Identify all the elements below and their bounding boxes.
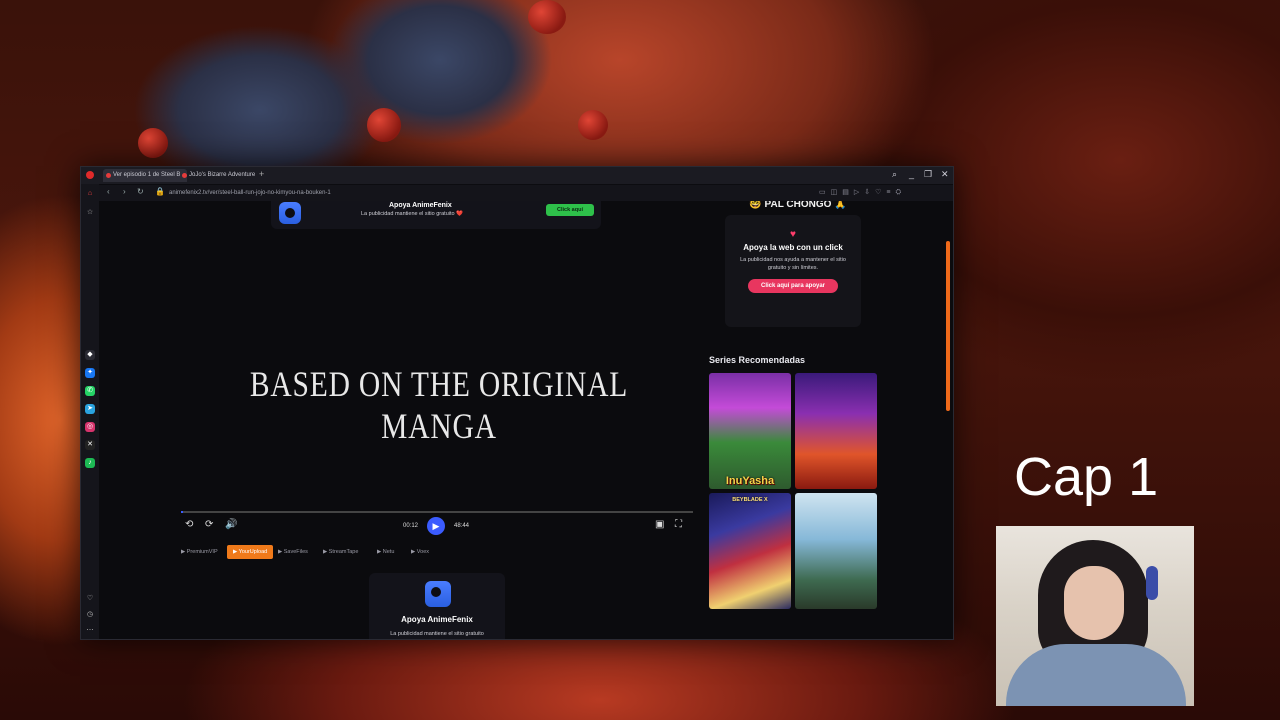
telegram-icon[interactable]: ➤: [85, 404, 95, 414]
background-bead: [367, 108, 401, 142]
background-bead: [578, 110, 608, 140]
series-poster[interactable]: [795, 493, 877, 609]
video-player[interactable]: BASED ON THE ORIGINAL MANGA ⟲ ⟳ 🔊 00:12 …: [181, 201, 709, 561]
minimize-icon[interactable]: _: [909, 169, 914, 179]
headset-icon: [1146, 566, 1158, 600]
home-icon[interactable]: ⌂: [85, 189, 95, 199]
tab-jojo[interactable]: JoJo's Bizarre Adventure: [179, 169, 263, 182]
reload-icon[interactable]: ↻: [137, 187, 144, 196]
series-poster-beyblade[interactable]: BEYBLADE X: [709, 493, 791, 609]
ad-title: Apoya AnimeFenix: [401, 615, 473, 624]
server-voex[interactable]: ▶ Voex: [411, 545, 429, 559]
new-tab-plus-icon[interactable]: +: [259, 169, 264, 179]
ad-subtitle: La publicidad mantiene el sitio gratuito: [390, 631, 484, 637]
forward-icon[interactable]: ›: [123, 187, 126, 196]
pip-icon[interactable]: ▣: [655, 519, 664, 530]
video-progress-bar[interactable]: [181, 511, 693, 513]
rewind-10-icon[interactable]: ⟲: [185, 519, 193, 530]
support-button[interactable]: Click aquí para apoyar: [748, 279, 838, 293]
page-content: Apoya AnimeFenix La publicidad mantiene …: [99, 201, 953, 639]
current-time: 00:12: [403, 523, 419, 529]
duration: 48:44: [454, 523, 470, 529]
recommended-title: Series Recomendadas: [709, 355, 806, 365]
series-poster[interactable]: [795, 373, 877, 489]
right-sidebar: 🤓 PAL CHONGO 🙏 ♥ Apoya la web con un cli…: [709, 201, 939, 639]
animefenix-logo-icon: [425, 581, 451, 607]
extensions-toolbar[interactable]: ▭◫▤▷⇩♡≡⛭: [819, 188, 906, 197]
pal-chongo-heading: 🤓 PAL CHONGO 🙏: [749, 201, 847, 210]
server-savefiles[interactable]: ▶ SaveFiles: [278, 545, 308, 559]
forward-10-icon[interactable]: ⟳: [205, 519, 213, 530]
support-card: ♥ Apoya la web con un click La publicida…: [725, 215, 861, 327]
server-premiumvip[interactable]: ▶ PremiumVIP: [181, 545, 218, 559]
server-yourupload[interactable]: ▶ YourUpload: [227, 545, 274, 559]
whatsapp-icon[interactable]: ✆: [85, 386, 95, 396]
video-progress-fill: [181, 511, 184, 513]
video-frame-text: BASED ON THE ORIGINAL MANGA: [249, 364, 629, 446]
tab-label: JoJo's Bizarre Adventure: [189, 172, 256, 178]
back-icon[interactable]: ‹: [107, 187, 110, 196]
heart-icon: ♥: [790, 229, 796, 240]
poster-title: BEYBLADE X: [732, 497, 768, 503]
opera-logo-icon[interactable]: [86, 171, 94, 179]
history-clock-icon[interactable]: ◷: [85, 610, 95, 620]
streamer-face: [1064, 566, 1124, 640]
page-scrollbar[interactable]: [946, 241, 950, 411]
search-icon[interactable]: ⌕: [892, 169, 897, 180]
webcam-overlay: [996, 526, 1194, 706]
more-options-icon[interactable]: ⋯: [85, 626, 95, 636]
support-text: La publicidad nos ayuda a mantener el si…: [740, 257, 846, 271]
background-bead: [138, 128, 168, 158]
close-icon[interactable]: ✕: [941, 169, 949, 180]
x-twitter-icon[interactable]: ✕: [85, 440, 95, 450]
series-poster-inuyasha[interactable]: InuYasha: [709, 373, 791, 489]
server-netu[interactable]: ▶ Netu: [377, 545, 394, 559]
browser-window: Ver episodio 1 de Steel B JoJo's Bizarre…: [80, 166, 954, 640]
browser-sidebar: ⌂ ☆ ◆ ✦ ✆ ➤ ◎ ✕ ♪ ♡ ◷ ⋯: [81, 184, 99, 639]
spotify-icon[interactable]: ♪: [85, 458, 95, 468]
volume-icon[interactable]: 🔊: [225, 519, 237, 530]
bookmarks-icon[interactable]: ☆: [85, 208, 95, 218]
messenger-icon[interactable]: ◆: [85, 350, 95, 360]
streamer-hoodie: [1006, 644, 1186, 706]
support-title: Apoya la web con un click: [743, 243, 843, 252]
stream-caption: Cap 1: [1014, 447, 1159, 507]
poster-title: InuYasha: [725, 475, 775, 487]
maximize-icon[interactable]: ❐: [924, 169, 932, 180]
instagram-icon[interactable]: ◎: [85, 422, 95, 432]
lock-icon: 🔒: [155, 187, 165, 196]
fullscreen-icon[interactable]: ⛶: [675, 519, 682, 530]
address-bar: ‹ › ↻ 🔒 animefenix2.tv/ver/steel-ball-ru…: [99, 185, 953, 201]
browser-titlebar: Ver episodio 1 de Steel B JoJo's Bizarre…: [81, 167, 953, 184]
favorites-heart-icon[interactable]: ♡: [85, 594, 95, 604]
facebook-messenger-icon[interactable]: ✦: [85, 368, 95, 378]
background-bead: [528, 0, 566, 34]
tab-label: Ver episodio 1 de Steel B: [113, 172, 181, 178]
tab-steel-ball-run[interactable]: Ver episodio 1 de Steel B: [103, 169, 187, 182]
ad-banner-bottom: Apoya AnimeFenix La publicidad mantiene …: [369, 573, 505, 639]
server-streamtape[interactable]: ▶ StreamTape: [323, 545, 358, 559]
play-button[interactable]: ▶: [427, 517, 445, 535]
url-input[interactable]: animefenix2.tv/ver/steel-ball-run-jojo-n…: [169, 187, 809, 199]
